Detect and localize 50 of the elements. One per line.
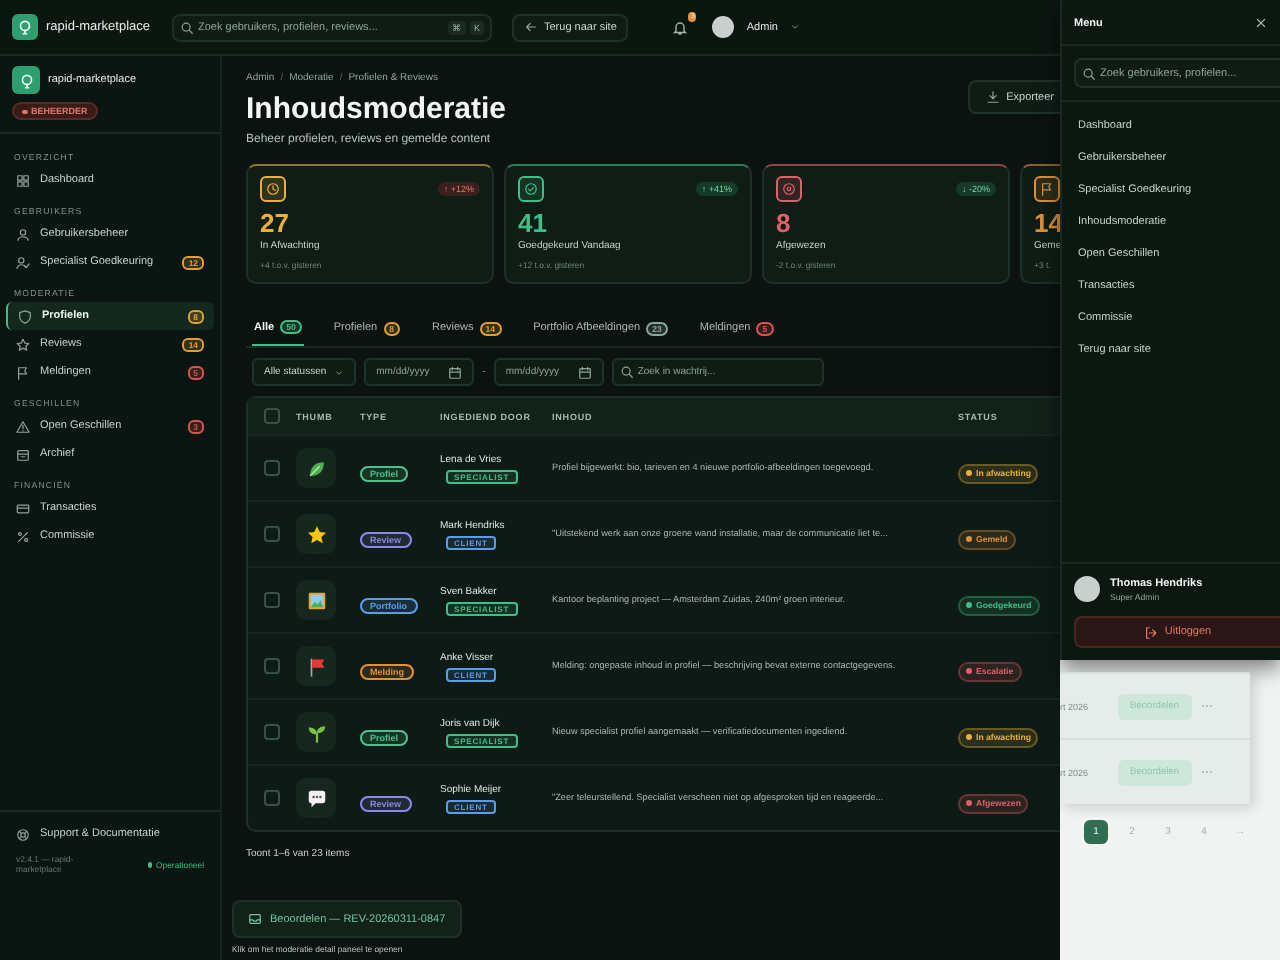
user-icon [16, 227, 30, 241]
archive-icon [16, 447, 30, 461]
lifebuoy-icon [16, 827, 30, 841]
avatar-icon [1074, 576, 1100, 602]
stat-value: 27 [260, 208, 291, 238]
row-checkbox[interactable] [264, 592, 280, 608]
download-icon [986, 90, 1001, 104]
star-icon [305, 523, 327, 545]
page-title: Inhoudsmoderatie [246, 92, 507, 126]
caret-icon [334, 367, 345, 377]
calendar-icon [577, 365, 592, 379]
circle-icon [782, 182, 796, 196]
search-icon [180, 20, 194, 34]
sprout-icon [305, 721, 327, 743]
grid-icon [16, 173, 30, 187]
stat-value: 8 [776, 208, 793, 238]
percent-icon [16, 529, 30, 543]
select-all-checkbox[interactable] [264, 408, 280, 424]
logout-icon [1144, 625, 1159, 639]
star-icon [16, 337, 30, 351]
logo-icon [12, 66, 40, 94]
leaf-icon [305, 457, 327, 479]
search-icon [1082, 66, 1096, 80]
close-icon[interactable] [1254, 16, 1268, 30]
flag-icon [16, 365, 30, 379]
card-icon [16, 501, 30, 515]
flag-icon [305, 655, 327, 677]
row-checkbox[interactable] [264, 526, 280, 542]
search-icon [619, 365, 634, 379]
shield-icon [18, 309, 32, 323]
bell-icon[interactable] [672, 19, 689, 35]
picture-icon [305, 589, 327, 611]
warning-icon [16, 419, 30, 433]
stat-value: 14 [1034, 208, 1062, 238]
calendar-icon [448, 365, 463, 379]
speech-bubble-icon [305, 787, 327, 809]
inbox-icon [248, 912, 262, 926]
row-checkbox[interactable] [264, 460, 280, 476]
check-circle-icon [524, 182, 538, 196]
row-checkbox[interactable] [264, 724, 280, 740]
avatar-icon[interactable] [712, 16, 735, 38]
logo-icon [12, 14, 38, 40]
row-checkbox[interactable] [264, 658, 280, 674]
stat-value: 41 [518, 208, 549, 238]
caret-icon [789, 22, 800, 32]
arrow-left-icon [524, 20, 538, 34]
user-check-icon [16, 255, 30, 269]
row-checkbox[interactable] [264, 790, 280, 806]
clock-icon [266, 182, 280, 196]
flag-icon [1040, 182, 1054, 196]
